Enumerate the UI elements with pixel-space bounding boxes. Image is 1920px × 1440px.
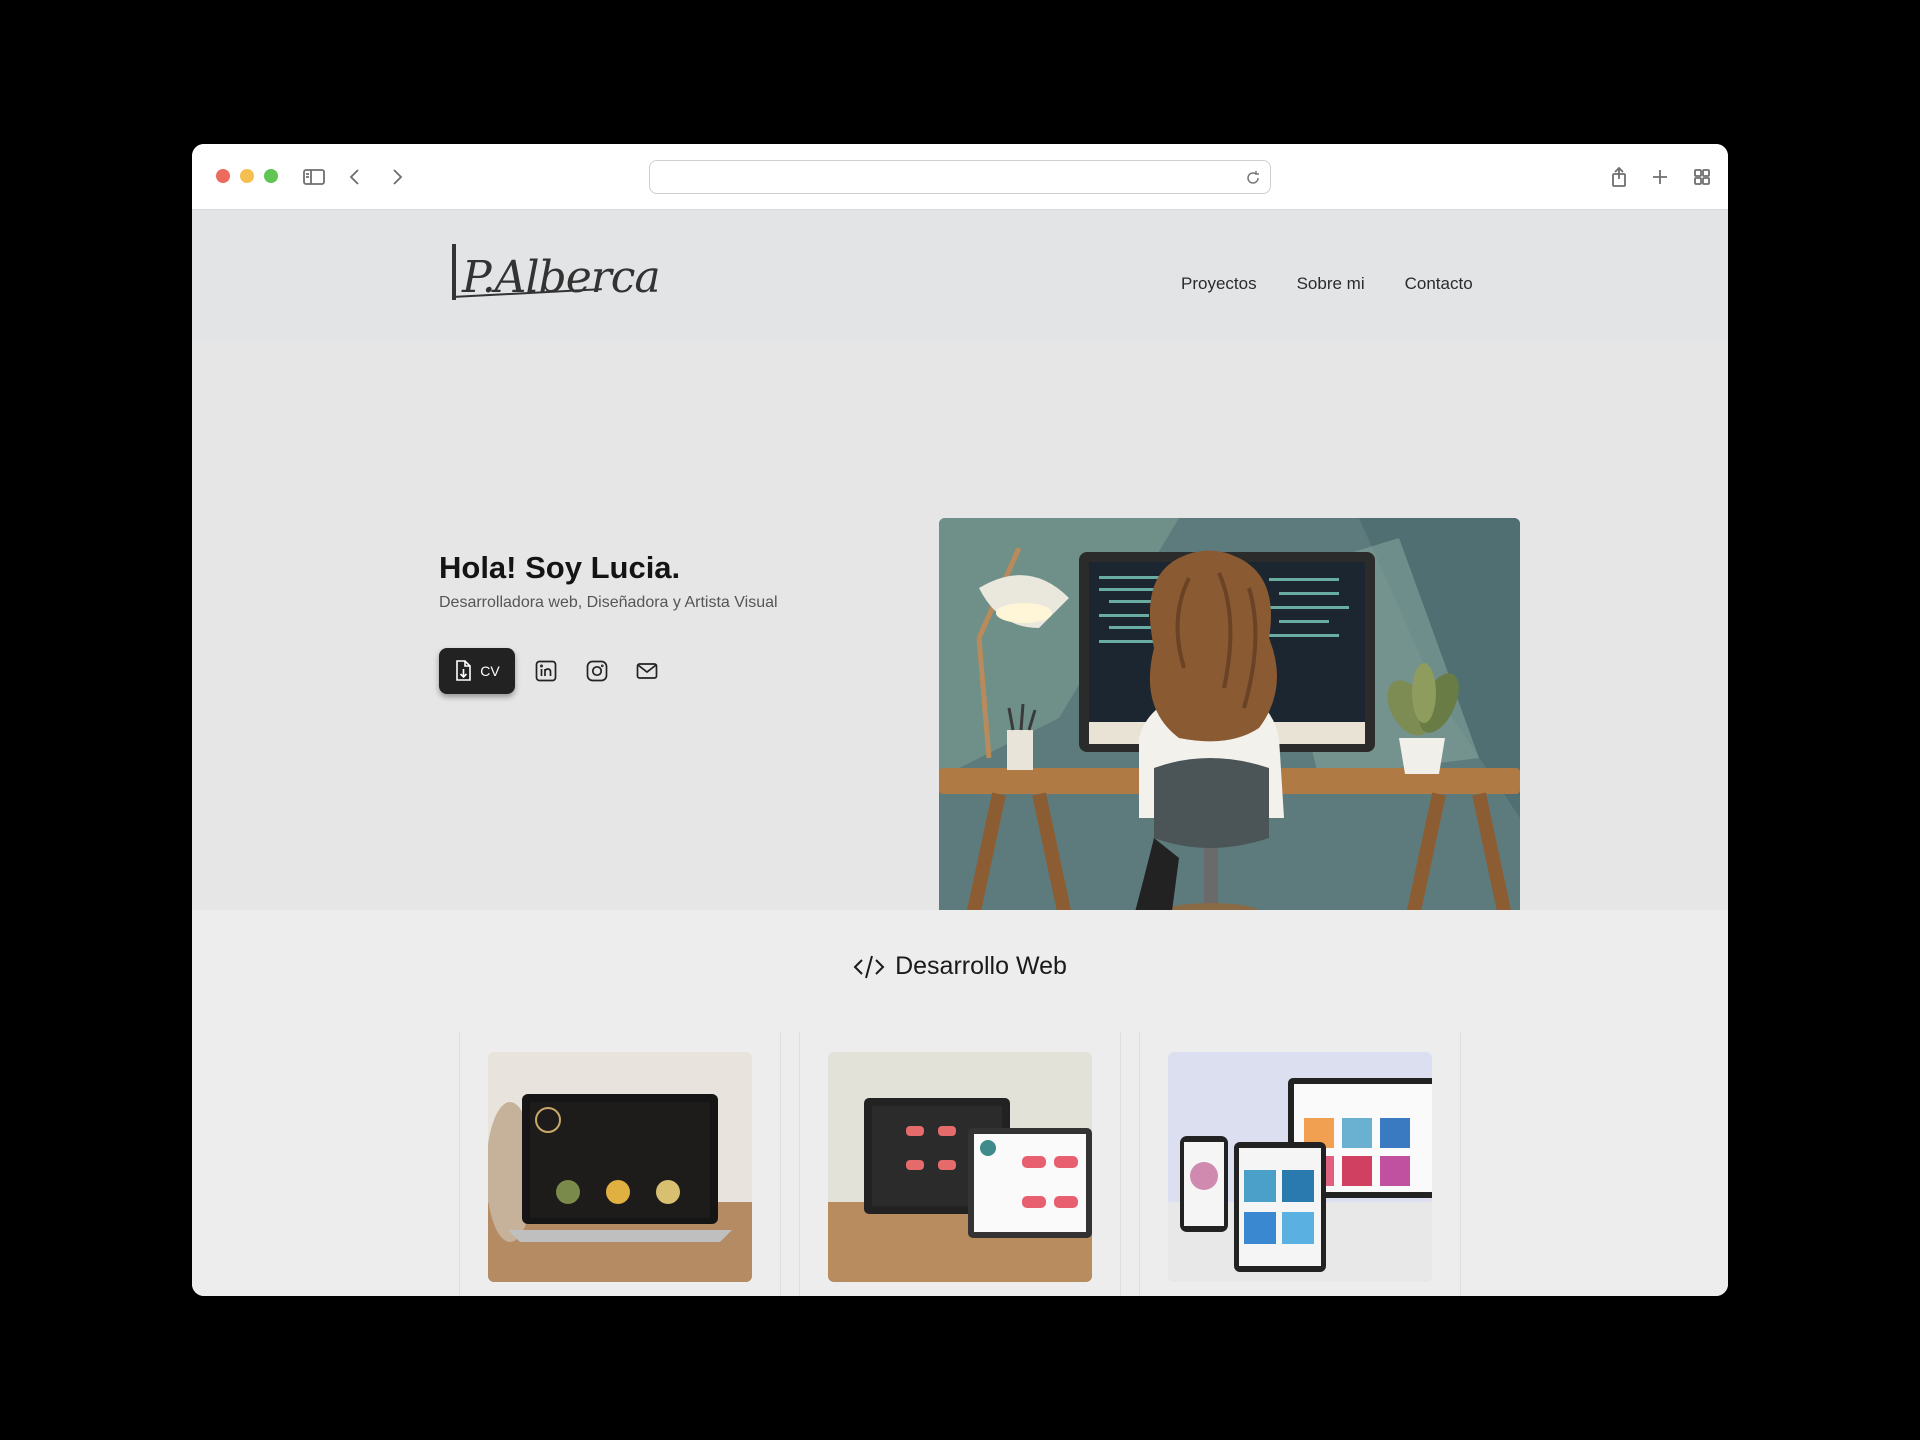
- file-download-icon: [456, 660, 472, 681]
- nav-contacto[interactable]: Contacto: [1405, 274, 1473, 294]
- nav-proyectos[interactable]: Proyectos: [1181, 274, 1257, 294]
- logo-bar: [452, 244, 456, 300]
- hero-title: Hola! Soy Lucia.: [439, 550, 681, 585]
- project-card[interactable]: [1139, 1032, 1461, 1296]
- cv-label: CV: [480, 663, 500, 679]
- minimize-window-button[interactable]: [240, 169, 254, 183]
- forward-icon[interactable]: [381, 161, 413, 193]
- back-icon[interactable]: [339, 161, 371, 193]
- browser-toolbar: [192, 144, 1728, 210]
- tab-overview-icon[interactable]: [1686, 161, 1718, 193]
- project-card[interactable]: [459, 1032, 781, 1296]
- project-thumbnail: [488, 1052, 752, 1282]
- hero-illustration: [939, 518, 1520, 934]
- nav-sobre-mi[interactable]: Sobre mi: [1297, 274, 1365, 294]
- logo-text: P.Alberca: [462, 252, 661, 303]
- project-card[interactable]: [799, 1032, 1121, 1296]
- sidebar-icon[interactable]: [298, 161, 330, 193]
- site-logo[interactable]: P.Alberca: [448, 238, 661, 308]
- new-tab-icon[interactable]: [1644, 161, 1676, 193]
- hero-subtitle: Desarrolladora web, Diseñadora y Artista…: [439, 594, 778, 611]
- browser-window: P.Alberca Proyectos Sobre mi Contacto Ho…: [192, 144, 1728, 1296]
- address-bar[interactable]: [649, 160, 1271, 194]
- instagram-icon[interactable]: [582, 656, 612, 686]
- site-header: [192, 210, 1728, 340]
- share-icon[interactable]: [1603, 161, 1635, 193]
- project-thumbnail: [828, 1052, 1092, 1282]
- section-title-text: Desarrollo Web: [895, 952, 1067, 980]
- zoom-window-button[interactable]: [264, 169, 278, 183]
- code-icon: [853, 955, 885, 978]
- main-nav: Proyectos Sobre mi Contacto: [1181, 274, 1473, 294]
- web-page: P.Alberca Proyectos Sobre mi Contacto Ho…: [192, 210, 1728, 1296]
- section-title: Desarrollo Web: [192, 952, 1728, 981]
- linkedin-icon[interactable]: [531, 656, 561, 686]
- mail-icon[interactable]: [632, 656, 662, 686]
- reload-icon[interactable]: [1244, 169, 1262, 187]
- close-window-button[interactable]: [216, 169, 230, 183]
- project-thumbnail: [1168, 1052, 1432, 1282]
- cv-download-button[interactable]: CV: [439, 648, 515, 694]
